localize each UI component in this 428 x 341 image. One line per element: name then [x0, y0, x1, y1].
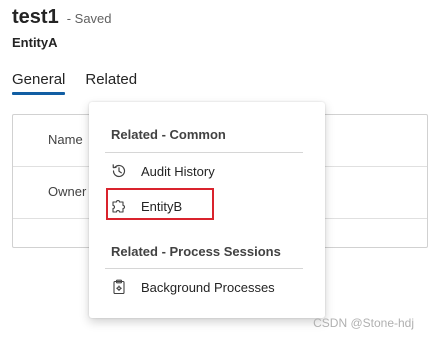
- menu-item-audit-history[interactable]: Audit History: [105, 156, 305, 186]
- field-label-name: Name: [48, 132, 83, 147]
- menu-item-label: EntityB: [141, 198, 183, 214]
- save-status: - Saved: [66, 11, 112, 26]
- divider: [105, 152, 303, 153]
- record-title: test1 - Saved: [12, 6, 112, 29]
- watermark: CSDN @Stone-hdj: [313, 316, 414, 330]
- entity-name: EntityA: [12, 35, 58, 50]
- menu-item-background-processes[interactable]: Background Processes: [105, 272, 305, 302]
- section-header-common: Related - Common: [111, 127, 226, 142]
- menu-item-entityb[interactable]: EntityB: [105, 191, 305, 221]
- clipboard-gear-icon: [109, 277, 129, 297]
- tab-related[interactable]: Related: [85, 71, 137, 94]
- related-flyout-menu: Related - Common Audit History EntityB R…: [89, 102, 325, 318]
- field-label-owner: Owner: [48, 184, 87, 199]
- menu-item-label: Background Processes: [141, 279, 275, 295]
- divider: [105, 268, 303, 269]
- section-header-process-sessions: Related - Process Sessions: [111, 244, 281, 259]
- menu-item-label: Audit History: [141, 163, 215, 179]
- history-icon: [109, 161, 129, 181]
- record-name: test1: [12, 6, 59, 28]
- tab-bar: General Related: [12, 71, 157, 95]
- tab-general[interactable]: General: [12, 71, 66, 95]
- puzzle-icon: [109, 196, 129, 216]
